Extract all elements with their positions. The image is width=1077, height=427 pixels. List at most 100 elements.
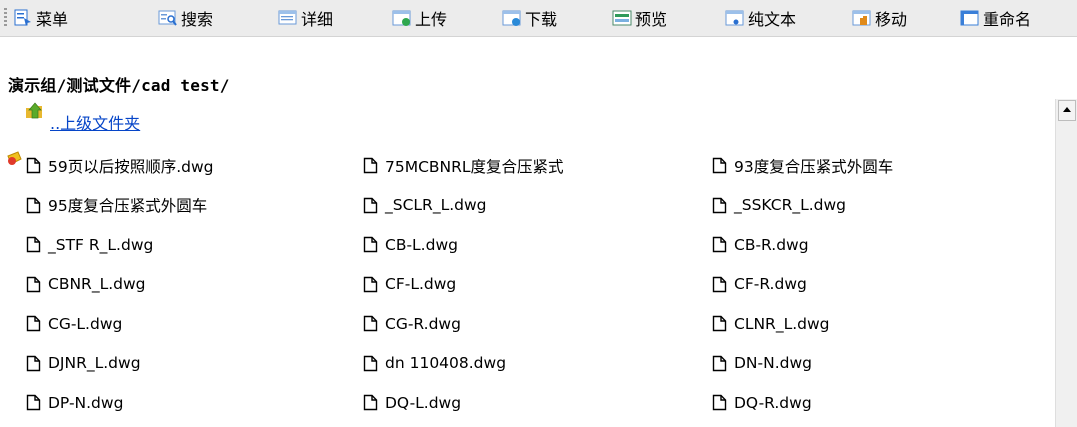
file-icon — [712, 355, 727, 371]
parent-folder-row: ..上级文件夹 — [24, 102, 140, 134]
file-name: 59页以后按照顺序.dwg — [48, 157, 214, 176]
toolbar: 菜单 搜索 详细 上传 下载 预览 纯文本 移动 重命名 — [0, 0, 1077, 37]
preview-icon — [612, 10, 632, 26]
file-item[interactable]: 59页以后按照顺序.dwg — [26, 146, 363, 186]
file-name: 93度复合压紧式外圆车 — [734, 157, 894, 176]
menu-button[interactable]: 菜单 — [13, 0, 68, 36]
file-icon — [363, 355, 378, 371]
file-item[interactable]: CF-R.dwg — [712, 265, 1032, 305]
file-icon — [363, 158, 378, 174]
file-name: CF-R.dwg — [734, 275, 807, 294]
vertical-scrollbar[interactable] — [1055, 99, 1077, 427]
file-name: _SCLR_L.dwg — [385, 196, 487, 215]
move-label: 移动 — [875, 10, 908, 29]
move-button[interactable]: 移动 — [852, 0, 907, 36]
file-icon — [363, 197, 378, 213]
rename-label: 重命名 — [983, 10, 1032, 29]
file-icon — [363, 237, 378, 253]
file-name: DP-N.dwg — [48, 393, 124, 412]
preview-button[interactable]: 预览 — [612, 0, 667, 36]
file-item[interactable]: _SCLR_L.dwg — [363, 186, 712, 226]
file-icon — [712, 395, 727, 411]
file-icon — [712, 316, 727, 332]
scroll-up-button[interactable] — [1058, 100, 1076, 121]
details-button[interactable]: 详细 — [278, 0, 333, 36]
arrow-up-icon — [1063, 107, 1071, 112]
upload-button[interactable]: 上传 — [392, 0, 447, 36]
file-item[interactable]: DJNR_L.dwg — [26, 344, 363, 384]
file-grid: 59页以后按照顺序.dwg 75MCBNRL度复合压紧式 93度复合压紧式外圆车 95… — [26, 146, 1036, 423]
plaintext-button[interactable]: 纯文本 — [725, 0, 796, 36]
file-item[interactable]: CBNR_L.dwg — [26, 265, 363, 305]
file-icon — [26, 197, 41, 213]
file-name: 75MCBNRL度复合压紧式 — [385, 157, 564, 176]
move-icon — [852, 10, 871, 26]
file-icon — [26, 316, 41, 332]
file-name: CBNR_L.dwg — [48, 275, 146, 294]
file-icon — [363, 276, 378, 292]
file-name: DN-N.dwg — [734, 354, 812, 373]
file-item[interactable]: 95度复合压紧式外圆车 — [26, 186, 363, 226]
file-icon — [26, 158, 41, 174]
menu-label: 菜单 — [36, 10, 69, 29]
file-item[interactable]: dn 110408.dwg — [363, 344, 712, 384]
file-item[interactable]: CLNR_L.dwg — [712, 304, 1032, 344]
download-button[interactable]: 下载 — [502, 0, 557, 36]
file-name: CF-L.dwg — [385, 275, 457, 294]
file-name: DJNR_L.dwg — [48, 354, 141, 373]
file-item[interactable]: DQ-L.dwg — [363, 383, 712, 423]
file-icon — [712, 197, 727, 213]
folder-up-icon — [26, 102, 42, 119]
file-item[interactable]: 75MCBNRL度复合压紧式 — [363, 146, 712, 186]
file-name: 95度复合压紧式外圆车 — [48, 197, 208, 216]
user-tag-icon — [7, 151, 22, 165]
parent-folder-link[interactable]: ..上级文件夹 — [50, 110, 140, 134]
download-icon — [502, 10, 521, 26]
file-item[interactable]: _STF R_L.dwg — [26, 225, 363, 265]
file-name: CB-R.dwg — [734, 235, 809, 254]
file-icon — [712, 237, 727, 253]
file-icon — [26, 355, 41, 371]
file-name: dn 110408.dwg — [385, 354, 507, 373]
details-label: 详细 — [301, 10, 334, 29]
file-name: CG-R.dwg — [385, 314, 461, 333]
file-name: CB-L.dwg — [385, 235, 458, 254]
rename-button[interactable]: 重命名 — [960, 0, 1031, 36]
file-name: DQ-R.dwg — [734, 393, 812, 412]
file-item[interactable]: 93度复合压紧式外圆车 — [712, 146, 1032, 186]
file-item[interactable]: CF-L.dwg — [363, 265, 712, 305]
file-item[interactable]: DN-N.dwg — [712, 344, 1032, 384]
file-name: CLNR_L.dwg — [734, 314, 830, 333]
file-item[interactable]: CG-R.dwg — [363, 304, 712, 344]
file-icon — [363, 395, 378, 411]
breadcrumb: 演示组/测试文件/cad test/ — [8, 76, 230, 95]
search-icon — [158, 10, 177, 26]
toolbar-grip[interactable] — [4, 8, 7, 28]
rename-icon — [960, 10, 979, 26]
search-label: 搜索 — [181, 10, 214, 29]
file-name: CG-L.dwg — [48, 314, 123, 333]
menu-icon — [14, 9, 31, 26]
upload-label: 上传 — [415, 10, 448, 29]
preview-label: 预览 — [635, 10, 668, 29]
file-icon — [26, 276, 41, 292]
plaintext-label: 纯文本 — [748, 10, 797, 29]
file-name: DQ-L.dwg — [385, 393, 462, 412]
file-icon — [26, 237, 41, 253]
file-item[interactable]: CB-L.dwg — [363, 225, 712, 265]
details-icon — [278, 10, 297, 25]
file-item[interactable]: CG-L.dwg — [26, 304, 363, 344]
file-name: _STF R_L.dwg — [48, 235, 154, 254]
download-label: 下载 — [525, 10, 558, 29]
file-item[interactable]: CB-R.dwg — [712, 225, 1032, 265]
search-button[interactable]: 搜索 — [158, 0, 213, 36]
file-name: _SSKCR_L.dwg — [734, 196, 847, 215]
file-icon — [712, 276, 727, 292]
upload-icon — [392, 10, 411, 26]
file-item[interactable]: DQ-R.dwg — [712, 383, 1032, 423]
plaintext-icon — [725, 10, 744, 26]
file-item[interactable]: DP-N.dwg — [26, 383, 363, 423]
file-item[interactable]: _SSKCR_L.dwg — [712, 186, 1032, 226]
file-icon — [712, 158, 727, 174]
file-icon — [363, 316, 378, 332]
